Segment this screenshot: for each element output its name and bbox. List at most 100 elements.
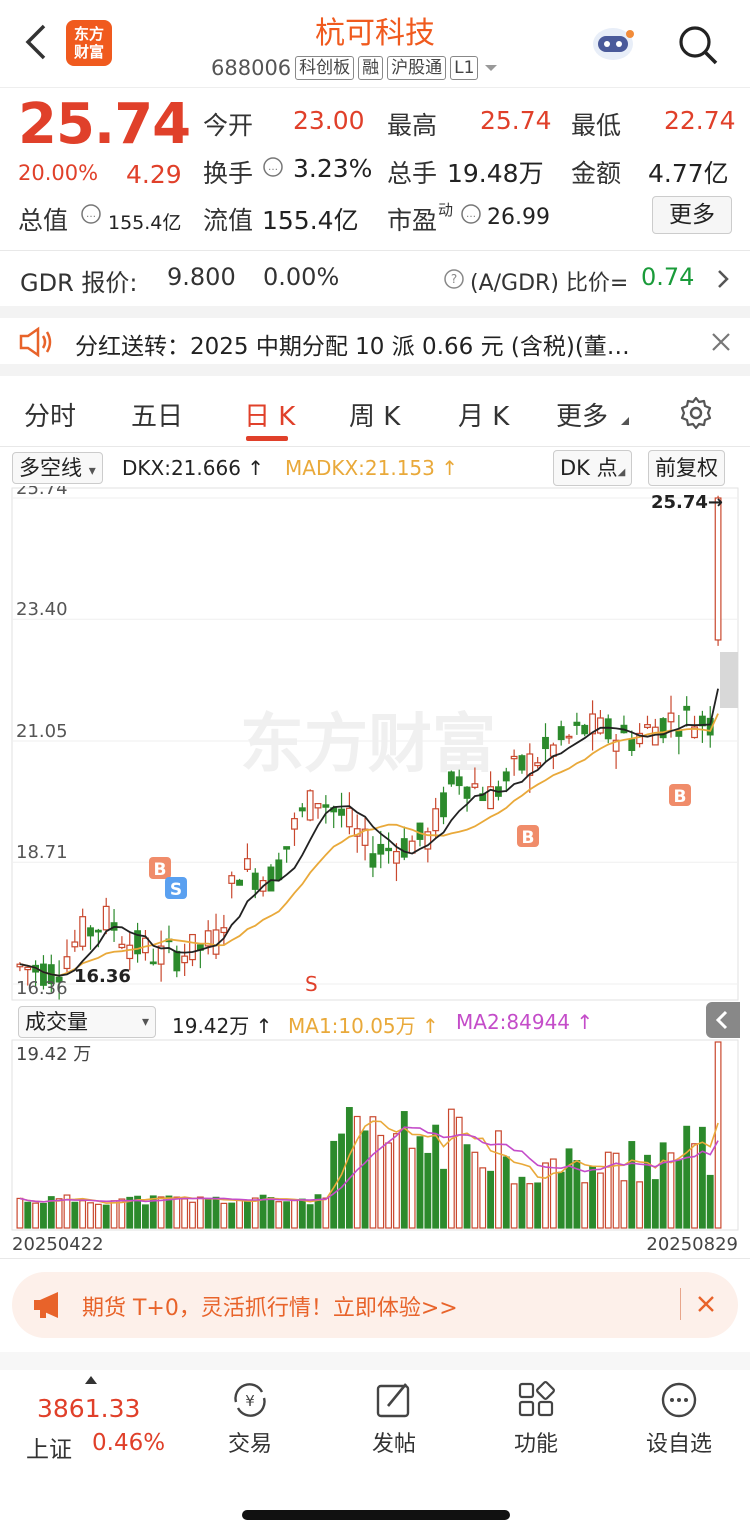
volume-bar: [220, 1202, 228, 1229]
volume-bar: [675, 1159, 683, 1229]
volume-bar: [495, 1130, 502, 1229]
candle-body: [628, 738, 636, 751]
help-icon[interactable]: ?: [443, 268, 465, 290]
speaker-icon: [19, 326, 52, 358]
candle-body: [79, 916, 87, 947]
info-icon[interactable]: …: [80, 203, 102, 225]
info-icon[interactable]: …: [460, 203, 482, 225]
volume-bar: [557, 1171, 565, 1229]
volume-bar: [32, 1202, 40, 1229]
k-line-chart[interactable]: 25.74 23.40 21.05 18.71 东方财富 25.74→ 16.36 16.36…: [0, 486, 750, 1002]
top-bar: 东方 财富 杭可科技 688006 科创板 融 沪股通 L1: [0, 0, 750, 88]
nav-add-favorite-label: 设自选: [645, 1432, 712, 1457]
adjust-button[interactable]: 前复权: [648, 450, 725, 486]
candle-body: [471, 783, 479, 788]
tag-connect: 沪股通: [387, 56, 447, 80]
change-percent: 20.00%: [18, 161, 99, 185]
nav-add-favorite[interactable]: 设自选: [619, 1380, 739, 1458]
index-value[interactable]: 3861.33: [37, 1394, 140, 1423]
candle-body: [447, 771, 455, 785]
candle-body: [377, 843, 385, 855]
vol-value: 19.42万 ↑: [172, 1014, 273, 1038]
candle-body: [510, 755, 518, 760]
madkx-value: MADKX:21.153 ↑: [285, 456, 458, 480]
turnover-label: 换手: [203, 159, 254, 188]
x-end-label: 20250829: [646, 1234, 738, 1255]
volume-bar: [581, 1182, 589, 1229]
trade-icon: ¥: [234, 1383, 266, 1417]
tab-more[interactable]: 更多: [556, 396, 608, 433]
candle-body: [393, 850, 400, 864]
volume-bar: [251, 1197, 259, 1229]
pe-value: 26.99: [487, 205, 550, 230]
amount-value: 4.77亿: [648, 159, 729, 188]
volume-chart[interactable]: 19.42 万 20250422 20250829: [0, 1038, 750, 1260]
nav-post[interactable]: 发帖: [334, 1380, 454, 1458]
volume-bar: [236, 1199, 243, 1229]
nav-function[interactable]: 功能: [476, 1380, 596, 1458]
volume-bar: [604, 1151, 612, 1229]
dropdown-icon[interactable]: [482, 62, 500, 74]
change-amount: 4.29: [126, 160, 182, 189]
active-tab-indicator: [246, 436, 288, 441]
volume-bar: [628, 1141, 636, 1229]
tab-intraday[interactable]: 分时: [24, 396, 76, 433]
candle-body: [314, 802, 322, 809]
more-button[interactable]: 更多: [652, 196, 732, 234]
gdr-label: GDR 报价:: [20, 269, 138, 297]
volume-bar: [385, 1142, 393, 1229]
promo-banner[interactable]: 期货 T+0，灵活抓行情！立即体验>>: [12, 1272, 738, 1338]
indicator-selector[interactable]: 多空线 ▾: [12, 452, 103, 484]
tab-monthly-k[interactable]: 月 K: [458, 396, 509, 433]
volume-bar: [596, 1172, 604, 1229]
indicator-selector-label: 多空线: [19, 456, 82, 480]
volume-bar: [306, 1204, 314, 1229]
tab-daily-k[interactable]: 日 K: [244, 396, 295, 433]
volume-bar: [345, 1107, 353, 1229]
candle-body: [181, 955, 189, 964]
candle-body: [173, 950, 181, 972]
volume-selector[interactable]: 成交量 ▾: [18, 1006, 156, 1038]
volume-bar: [534, 1182, 542, 1229]
candle-body: [534, 762, 542, 767]
volume-bar: [510, 1183, 518, 1229]
dk-point-button[interactable]: DK 点◢: [553, 450, 633, 486]
candle-body: [118, 943, 126, 949]
collapse-panel-button[interactable]: [706, 1002, 740, 1038]
search-icon[interactable]: [677, 24, 719, 66]
volume-bar: [408, 1147, 416, 1229]
candle-body: [400, 838, 408, 858]
vol-ma2: MA2:84944 ↑: [456, 1010, 594, 1034]
candle-body: [432, 808, 440, 832]
float-cap-value: 155.4亿: [262, 206, 359, 235]
candle-body: [604, 718, 612, 740]
close-icon[interactable]: [710, 331, 732, 353]
dk-point-label: DK 点: [560, 456, 618, 480]
volume-bar: [16, 1197, 24, 1229]
y-tick-label: 16.36: [16, 978, 68, 999]
index-pct: 0.46%: [92, 1430, 166, 1456]
chevron-right-icon[interactable]: [716, 268, 730, 290]
y-tick-label: 25.74: [16, 486, 68, 499]
settings-gear-icon[interactable]: [679, 396, 713, 430]
dividend-notice[interactable]: 分红送转：2025 中期分配 10 派 0.66 元 (含税)(董…: [75, 327, 675, 361]
nav-function-label: 功能: [513, 1432, 558, 1457]
volume-bar: [338, 1133, 345, 1229]
volume-bar: [55, 1198, 63, 1229]
dkx-value: DKX:21.666 ↑: [122, 456, 265, 480]
vol-ma1-text: MA1:10.05万: [288, 1014, 416, 1038]
volume-bar: [542, 1162, 549, 1229]
volume-bar: [157, 1196, 165, 1229]
tag-margin: 融: [358, 56, 384, 80]
nav-trade[interactable]: ¥ 交易: [190, 1380, 310, 1458]
assistant-robot-icon[interactable]: [590, 24, 636, 64]
tab-five-day[interactable]: 五日: [131, 396, 183, 433]
tab-weekly-k[interactable]: 周 K: [349, 396, 400, 433]
close-icon[interactable]: [696, 1294, 716, 1314]
volume-bar: [651, 1179, 659, 1229]
volume-bar: [142, 1204, 149, 1229]
volume-bar: [644, 1154, 651, 1229]
volume-bar: [204, 1197, 212, 1229]
info-icon[interactable]: …: [262, 156, 284, 178]
vol-ma1: MA1:10.05万 ↑: [288, 1014, 439, 1038]
